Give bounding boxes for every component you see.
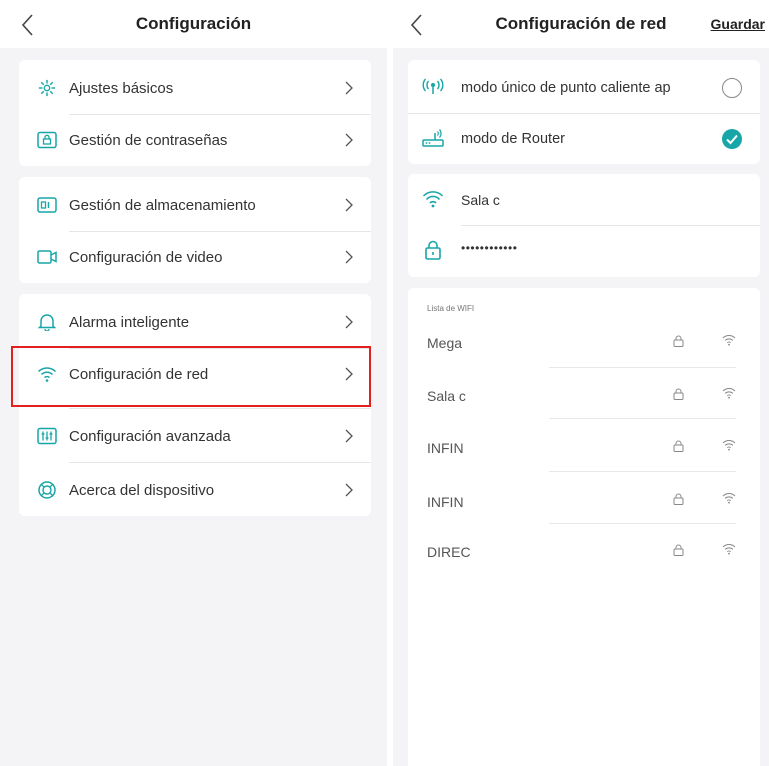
item-label: Ajustes básicos: [69, 80, 174, 97]
item-label: Configuración de video: [69, 249, 223, 266]
settings-header: Configuración: [0, 0, 387, 48]
wifi-name: Sala c: [427, 388, 466, 404]
chevron-right-icon: [345, 315, 353, 329]
divider: [69, 408, 371, 409]
radio-unselected[interactable]: [722, 78, 742, 98]
credentials-card: Sala c ••••••••••••: [408, 174, 760, 277]
gestion-almacenamiento-item[interactable]: Gestión de almacenamiento: [19, 179, 371, 231]
password-value: ••••••••••••: [461, 241, 518, 255]
router-icon: [422, 129, 444, 147]
lock-icon: [673, 544, 684, 556]
lock-icon: [37, 131, 57, 149]
info-ring-icon: [38, 481, 56, 499]
wifi-list-item[interactable]: Sala c: [427, 368, 736, 420]
lock-icon: [673, 493, 684, 505]
checkmark-icon: [726, 134, 738, 145]
padlock-icon: [425, 240, 441, 260]
wifi-signal-icon: [722, 335, 736, 346]
settings-group-2: Gestión de almacenamiento Configuración …: [19, 177, 371, 283]
gestion-contrasenas-item[interactable]: Gestión de contraseñas: [19, 114, 371, 166]
ssid-value: Sala c: [461, 192, 500, 208]
alarma-inteligente-item[interactable]: Alarma inteligente: [19, 296, 371, 348]
ajustes-basicos-item[interactable]: Ajustes básicos: [19, 62, 371, 114]
chevron-right-icon: [345, 133, 353, 147]
chevron-right-icon: [345, 429, 353, 443]
wifi-icon: [422, 191, 444, 208]
mode-card: modo único de punto caliente ap modo de …: [408, 60, 760, 164]
password-field[interactable]: ••••••••••••: [408, 225, 760, 277]
acerca-dispositivo-item[interactable]: Acerca del dispositivo: [19, 464, 371, 516]
divider: [69, 462, 371, 463]
wifi-signal-icon: [722, 388, 736, 399]
chevron-right-icon: [345, 198, 353, 212]
chevron-right-icon: [345, 250, 353, 264]
wifi-signal-icon: [722, 493, 736, 504]
network-header: Configuración de red Guardar: [393, 0, 769, 48]
highlight-box: [11, 346, 371, 407]
divider: [549, 418, 736, 419]
page-title: Configuración de red: [495, 14, 667, 33]
lock-icon: [673, 388, 684, 400]
gear-icon: [38, 79, 56, 97]
wifi-name: Mega: [427, 335, 463, 351]
item-label: Acerca del dispositivo: [69, 482, 215, 499]
page-title: Configuración: [135, 14, 252, 33]
video-camera-icon: [37, 250, 57, 264]
wifi-name: INFIN: [427, 440, 464, 456]
ssid-field[interactable]: Sala c: [408, 174, 760, 226]
settings-panel: Configuración Ajustes básicos Gestión de…: [0, 0, 387, 766]
wifi-name: INFIN: [427, 494, 464, 510]
bell-icon: [37, 314, 57, 331]
wifi-list-header: Lista de WIFI: [427, 304, 475, 313]
wifi-list-item[interactable]: DIREC: [427, 524, 736, 576]
wifi-list-item[interactable]: INFIN: [427, 420, 736, 472]
save-button[interactable]: Guardar: [711, 16, 765, 32]
ap-hotspot-mode-option[interactable]: modo único de punto caliente ap: [408, 62, 760, 114]
router-mode-option[interactable]: modo de Router: [408, 113, 760, 165]
storage-icon: [37, 197, 57, 213]
item-label: Gestión de contraseñas: [69, 132, 228, 149]
wifi-list-item[interactable]: INFIN: [427, 472, 736, 524]
lock-icon: [673, 440, 684, 452]
mode-label: modo único de punto caliente ap: [461, 80, 671, 96]
sliders-icon: [37, 427, 57, 445]
mode-label: modo de Router: [461, 131, 565, 147]
configuracion-avanzada-item[interactable]: Configuración avanzada: [19, 410, 371, 462]
item-label: Alarma inteligente: [69, 314, 190, 331]
hotspot-icon: [422, 78, 444, 94]
lock-icon: [673, 335, 684, 347]
network-settings-panel: Configuración de red Guardar modo único …: [393, 0, 769, 766]
item-label: Gestión de almacenamiento: [69, 197, 256, 214]
chevron-right-icon: [345, 81, 353, 95]
settings-group-1: Ajustes básicos Gestión de contraseñas: [19, 60, 371, 166]
wifi-list-item[interactable]: Mega: [427, 315, 736, 368]
wifi-name: DIREC: [427, 544, 471, 560]
configuracion-video-item[interactable]: Configuración de video: [19, 231, 371, 283]
wifi-list-card: Lista de WIFI Mega Sala c INFIN INFIN DI…: [408, 288, 760, 766]
wifi-signal-icon: [722, 440, 736, 451]
radio-selected[interactable]: [722, 129, 742, 149]
chevron-right-icon: [345, 483, 353, 497]
item-label: Configuración avanzada: [69, 428, 231, 445]
wifi-signal-icon: [722, 544, 736, 555]
